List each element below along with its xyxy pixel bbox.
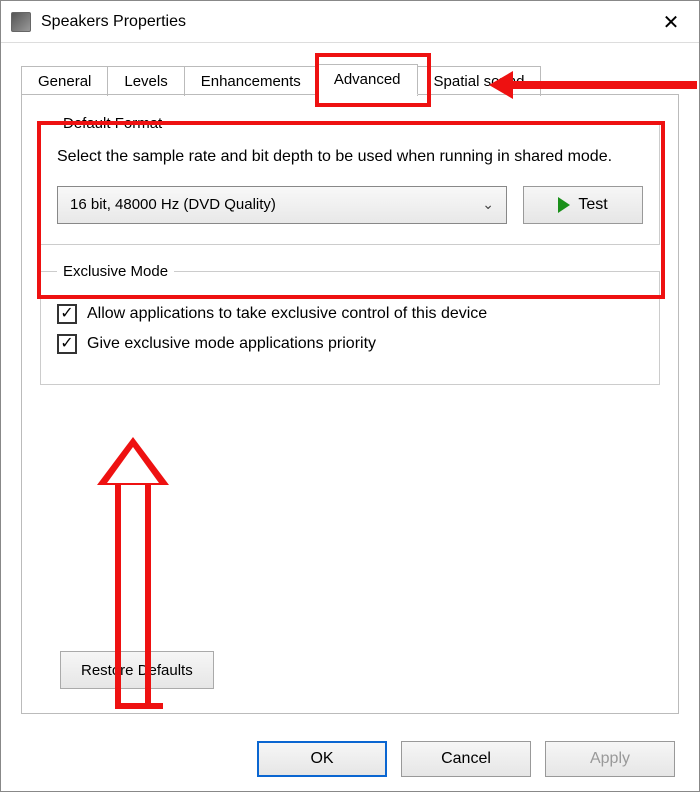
tab-enhancements[interactable]: Enhancements	[184, 66, 318, 96]
tab-enhancements-label: Enhancements	[201, 73, 301, 90]
apply-button: Apply	[545, 741, 675, 777]
apply-label: Apply	[590, 750, 630, 768]
test-button[interactable]: Test	[523, 186, 643, 224]
tab-general[interactable]: General	[21, 66, 108, 96]
cancel-button[interactable]: Cancel	[401, 741, 531, 777]
tab-advanced[interactable]: Advanced	[317, 64, 418, 95]
properties-dialog: Speakers Properties ✕ General Levels Enh…	[0, 0, 700, 792]
chevron-down-icon: ⌄	[482, 196, 494, 213]
tabstrip: General Levels Enhancements Advanced Spa…	[1, 43, 699, 94]
dialog-footer: OK Cancel Apply	[257, 741, 675, 777]
exclusive-mode-legend: Exclusive Mode	[57, 263, 174, 280]
exclusive-priority-row: ✓ Give exclusive mode applications prior…	[57, 334, 643, 354]
restore-defaults-button[interactable]: Restore Defaults	[60, 651, 214, 689]
tab-levels[interactable]: Levels	[107, 66, 184, 96]
sample-rate-value: 16 bit, 48000 Hz (DVD Quality)	[70, 196, 276, 213]
exclusive-priority-label: Give exclusive mode applications priorit…	[87, 335, 376, 353]
close-button[interactable]: ✕	[649, 5, 693, 39]
default-format-group: Default Format Select the sample rate an…	[40, 115, 660, 245]
exclusive-priority-checkbox[interactable]: ✓	[57, 334, 77, 354]
test-label: Test	[578, 196, 607, 214]
restore-defaults-label: Restore Defaults	[81, 662, 193, 679]
close-icon: ✕	[663, 10, 680, 35]
ok-button[interactable]: OK	[257, 741, 387, 777]
ok-label: OK	[310, 750, 333, 768]
format-row: 16 bit, 48000 Hz (DVD Quality) ⌄ Test	[57, 186, 643, 224]
exclusive-mode-group: Exclusive Mode ✓ Allow applications to t…	[40, 263, 660, 385]
exclusive-control-row: ✓ Allow applications to take exclusive c…	[57, 304, 643, 324]
default-format-description: Select the sample rate and bit depth to …	[57, 146, 643, 168]
window-title: Speakers Properties	[41, 13, 186, 31]
exclusive-control-label: Allow applications to take exclusive con…	[87, 305, 487, 323]
tab-spatial[interactable]: Spatial sound	[417, 66, 542, 96]
sample-rate-dropdown[interactable]: 16 bit, 48000 Hz (DVD Quality) ⌄	[57, 186, 507, 224]
tab-levels-label: Levels	[124, 73, 167, 90]
exclusive-control-checkbox[interactable]: ✓	[57, 304, 77, 324]
tab-content: Default Format Select the sample rate an…	[21, 94, 679, 714]
speaker-icon	[11, 12, 31, 32]
tab-advanced-label: Advanced	[334, 71, 401, 88]
tab-spatial-label: Spatial sound	[434, 73, 525, 90]
tab-general-label: General	[38, 73, 91, 90]
play-icon	[558, 197, 570, 213]
default-format-legend: Default Format	[57, 115, 168, 132]
titlebar: Speakers Properties ✕	[1, 1, 699, 43]
cancel-label: Cancel	[441, 750, 491, 768]
